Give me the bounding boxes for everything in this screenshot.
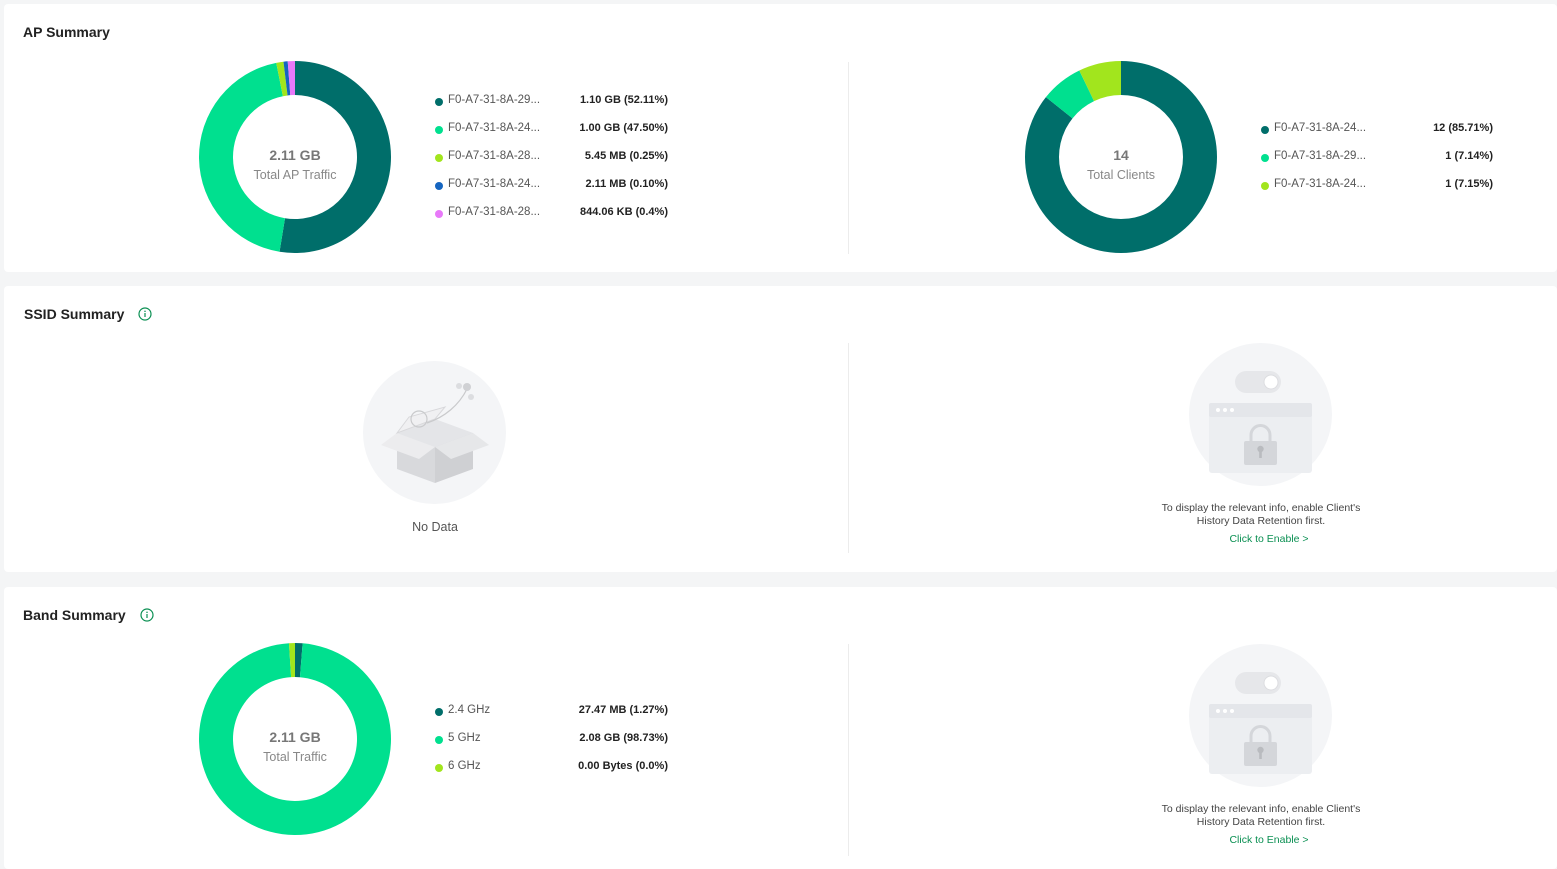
legend-value: 1 (7.14%)	[1445, 150, 1493, 162]
history-retention-hint: To display the relevant info, enable Cli…	[1161, 502, 1361, 527]
legend-dot	[435, 210, 443, 218]
legend-name: 2.4 GHz	[448, 704, 491, 716]
empty-box-icon	[381, 383, 489, 483]
legend-name: F0-A7-31-8A-28...	[448, 206, 541, 218]
locked-window-icon	[1209, 371, 1312, 473]
legend-item[interactable]: F0-A7-31-8A-24... 1.00 GB (47.50%)	[435, 120, 668, 148]
click-to-enable-link[interactable]: Click to Enable >	[1119, 834, 1419, 846]
legend-dot	[1261, 154, 1269, 162]
band-traffic-center: 2.11 GB Total Traffic	[215, 729, 375, 764]
column-divider	[848, 343, 849, 553]
click-to-enable-link[interactable]: Click to Enable >	[1119, 533, 1419, 545]
legend-item[interactable]: F0-A7-31-8A-24... 12 (85.71%)	[1261, 120, 1493, 148]
band-summary-card: Band Summary 2.11 GB Total Traffic 2.4 G…	[4, 587, 1557, 869]
legend-value: 0.00 Bytes (0.0%)	[578, 760, 668, 772]
legend-dot	[435, 98, 443, 106]
legend-dot	[435, 708, 443, 716]
history-retention-hint: To display the relevant info, enable Cli…	[1161, 803, 1361, 828]
ap-summary-title: AP Summary	[23, 24, 110, 40]
legend-value: 5.45 MB (0.25%)	[584, 150, 668, 162]
legend-dot	[435, 154, 443, 162]
legend-value: 1.00 GB (47.50%)	[579, 122, 668, 134]
ap-traffic-center: 2.11 GB Total AP Traffic	[215, 147, 375, 182]
band-traffic-total: 2.11 GB	[269, 729, 321, 745]
legend-item[interactable]: F0-A7-31-8A-28... 844.06 KB (0.4%)	[435, 204, 668, 232]
legend-item[interactable]: F0-A7-31-8A-29... 1 (7.14%)	[1261, 148, 1493, 176]
legend-dot	[1261, 182, 1269, 190]
ap-traffic-legend: F0-A7-31-8A-29... 1.10 GB (52.11%) F0-A7-…	[435, 92, 668, 232]
legend-dot	[435, 126, 443, 134]
legend-value: 27.47 MB (1.27%)	[578, 704, 668, 716]
legend-name: 6 GHz	[448, 760, 481, 772]
legend-name: F0-A7-31-8A-24...	[1274, 178, 1367, 190]
legend-value: 844.06 KB (0.4%)	[579, 206, 668, 218]
info-icon[interactable]	[140, 608, 154, 622]
legend-item[interactable]: 6 GHz 0.00 Bytes (0.0%)	[435, 758, 668, 786]
legend-dot	[435, 764, 443, 772]
ap-summary-card: AP Summary 2.11 GB Total AP Traffic F0-A…	[4, 4, 1557, 272]
legend-dot	[435, 182, 443, 190]
ap-traffic-total: 2.11 GB	[269, 147, 321, 163]
column-divider	[848, 644, 849, 856]
legend-dot	[435, 736, 443, 744]
ssid-summary-card: SSID Summary No Data To display the rele…	[4, 286, 1557, 572]
legend-item[interactable]: F0-A7-31-8A-28... 5.45 MB (0.25%)	[435, 148, 668, 176]
ap-clients-total: 14	[1113, 147, 1129, 163]
ap-clients-center: 14 Total Clients	[1041, 147, 1201, 182]
legend-item[interactable]: F0-A7-31-8A-29... 1.10 GB (52.11%)	[435, 92, 668, 120]
ap-clients-legend: F0-A7-31-8A-24... 12 (85.71%) F0-A7-31-8A…	[1261, 120, 1493, 204]
legend-value: 2.11 MB (0.10%)	[585, 178, 668, 190]
ssid-summary-title: SSID Summary	[24, 306, 152, 322]
legend-name: F0-A7-31-8A-24...	[448, 178, 541, 190]
legend-item[interactable]: F0-A7-31-8A-24... 2.11 MB (0.10%)	[435, 176, 668, 204]
column-divider	[848, 62, 849, 254]
legend-item[interactable]: F0-A7-31-8A-24... 1 (7.15%)	[1261, 176, 1493, 204]
legend-value: 1.10 GB (52.11%)	[579, 94, 668, 106]
band-legend: 2.4 GHz 27.47 MB (1.27%) 5 GHz 2.08 GB (98…	[435, 702, 668, 786]
legend-name: F0-A7-31-8A-24...	[1274, 122, 1367, 134]
legend-value: 1 (7.15%)	[1445, 178, 1493, 190]
no-data-text: No Data	[412, 520, 458, 534]
locked-illustration	[1189, 644, 1332, 787]
no-data-illustration	[363, 361, 506, 504]
band-summary-title: Band Summary	[23, 607, 154, 623]
legend-name: F0-A7-31-8A-29...	[1274, 150, 1367, 162]
locked-window-icon	[1209, 672, 1312, 774]
legend-item[interactable]: 5 GHz 2.08 GB (98.73%)	[435, 730, 668, 758]
legend-name: F0-A7-31-8A-24...	[448, 122, 541, 134]
locked-illustration	[1189, 343, 1332, 486]
legend-value: 2.08 GB (98.73%)	[579, 732, 668, 744]
legend-value: 12 (85.71%)	[1433, 122, 1493, 134]
ap-traffic-total-label: Total AP Traffic	[253, 168, 337, 182]
ap-clients-total-label: Total Clients	[1086, 168, 1156, 182]
legend-name: F0-A7-31-8A-29...	[448, 94, 541, 106]
legend-name: F0-A7-31-8A-28...	[448, 150, 541, 162]
info-icon[interactable]	[138, 307, 152, 321]
legend-item[interactable]: 2.4 GHz 27.47 MB (1.27%)	[435, 702, 668, 730]
band-traffic-total-label: Total Traffic	[263, 750, 327, 764]
legend-dot	[1261, 126, 1269, 134]
legend-name: 5 GHz	[448, 732, 481, 744]
